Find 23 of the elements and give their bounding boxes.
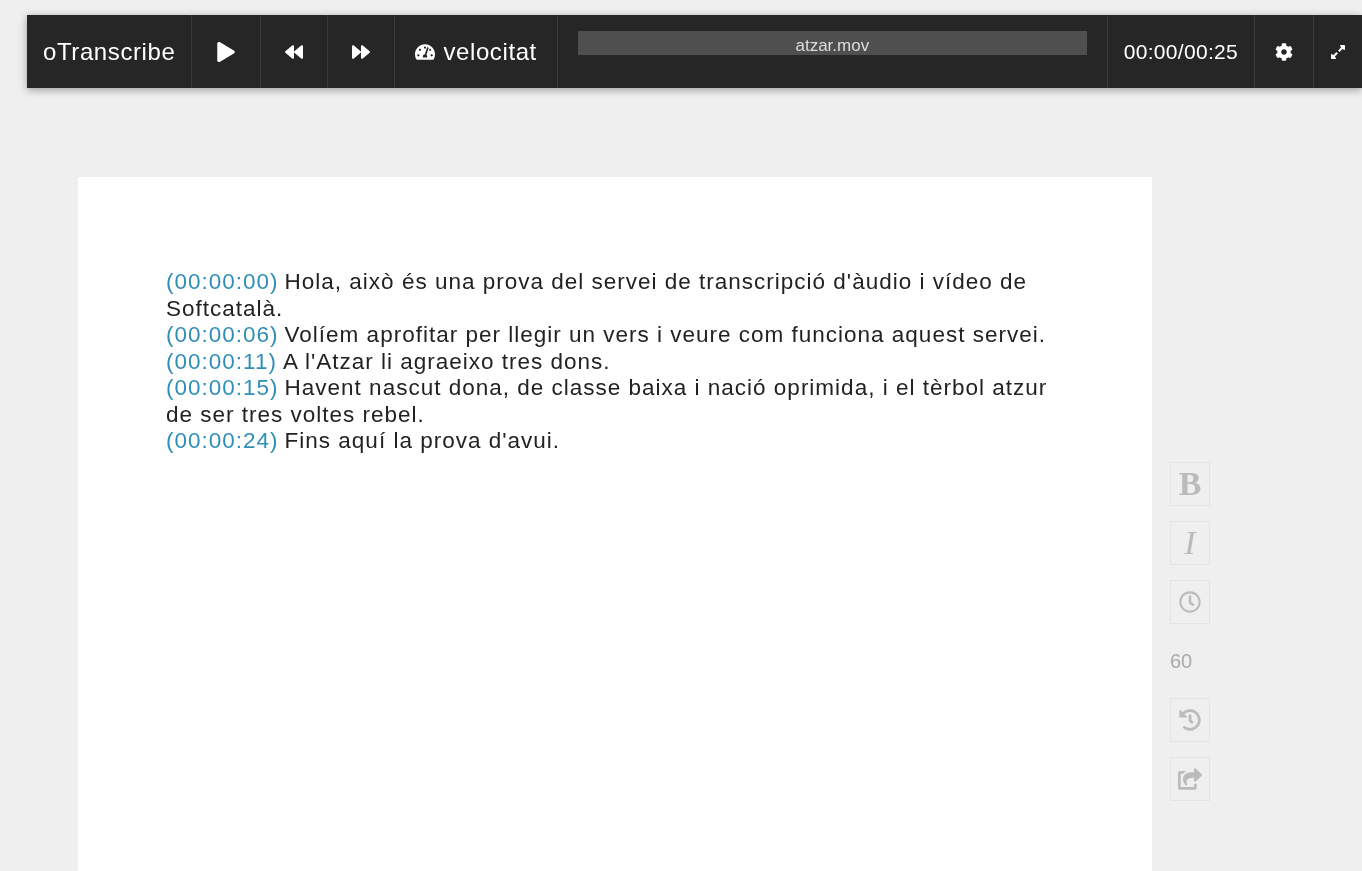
timestamp-link[interactable]: (00:00:06) [166,322,279,347]
skip-seconds-value: 60 [1170,648,1193,674]
time-display: 00:00/00:25 [1123,39,1238,64]
transcript-line: (00:00:24) Fins aquí la prova d'avui. [166,428,561,455]
timestamp-link[interactable]: (00:00:24) [166,428,279,453]
fast-forward-icon [352,42,371,61]
transcript-line: (00:00:00) Hola, això és una prova del servei de transcripció d'àudio i vídeo de Softcatalà. [166,269,1029,322]
clock-icon [1179,591,1201,613]
transcript-line: (00:00:06) Volíem aprofitar per llegir un vers i veure com funciona aquest servei. [166,322,1047,349]
share-icon [1178,767,1202,791]
transcript-line: (00:00:15) Havent nascut dona, de classe baixa i nació oprimida, i el tèrbol atzur de ser tres voltes rebel. [166,375,1049,428]
speed-button[interactable]: velocitat [411,33,541,70]
speedometer-icon [415,41,436,62]
timestamp-link[interactable]: (00:00:00) [166,269,279,294]
settings-icon [1275,42,1293,61]
transcript-line: (00:00:11) A l'Atzar li agraeixo tres dons. [166,348,612,375]
expand-icon [1330,43,1346,60]
rewind-icon [285,42,304,61]
timestamp-link[interactable]: (00:00:15) [166,375,279,400]
history-icon [1179,709,1201,731]
play-icon [216,41,237,62]
app-title: oTranscribe [43,37,176,66]
timestamp-link[interactable]: (00:00:11) [166,348,277,374]
